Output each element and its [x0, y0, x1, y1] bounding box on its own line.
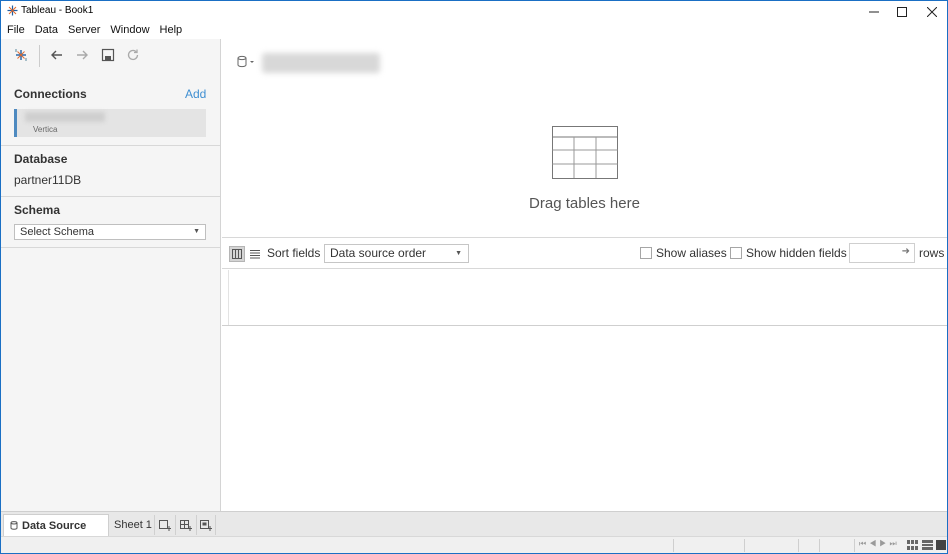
rows-label: rows	[919, 246, 945, 260]
show-hidden-fields-label[interactable]: Show hidden fields	[746, 246, 847, 260]
chevron-down-icon: ▼	[193, 228, 200, 235]
status-bar: ⏮◀▶⏭	[1, 536, 947, 553]
table-icon	[552, 126, 618, 179]
section-divider	[1, 145, 220, 146]
grid-view-button[interactable]	[229, 246, 245, 262]
sort-fields-select[interactable]: Data source order ▼	[324, 244, 469, 263]
show-aliases-label[interactable]: Show aliases	[656, 246, 727, 260]
schema-select[interactable]: Select Schema ▼	[14, 224, 206, 240]
tableau-app-icon	[7, 5, 18, 16]
data-source-name-redacted[interactable]	[262, 53, 380, 73]
close-button[interactable]	[916, 1, 948, 23]
data-source-sidebar: Connections Add Vertica Database partner…	[1, 39, 221, 511]
rows-count-input[interactable]: ➜	[849, 243, 915, 263]
database-name[interactable]: partner11DB	[14, 173, 81, 187]
new-dashboard-button[interactable]	[175, 515, 195, 535]
menu-window[interactable]: Window	[110, 24, 149, 36]
menu-data[interactable]: Data	[35, 24, 58, 36]
status-segment	[819, 539, 820, 552]
section-divider	[1, 196, 220, 197]
tab-sheet-1-label: Sheet 1	[114, 519, 152, 531]
menu-help[interactable]: Help	[160, 24, 183, 36]
show-aliases-checkbox[interactable]	[640, 247, 652, 259]
minimize-icon	[869, 11, 879, 13]
back-arrow-icon[interactable]	[49, 47, 65, 63]
show-sheet-sorter-icon[interactable]	[907, 540, 918, 550]
grid-toolbar: Sort fields Data source order ▼ Show ali…	[222, 237, 947, 269]
add-connection-link[interactable]: Add	[185, 87, 206, 101]
menu-server[interactable]: Server	[68, 24, 100, 36]
new-story-button[interactable]	[196, 515, 216, 535]
sheet-navigation-arrows-icon[interactable]: ⏮◀▶⏭	[859, 539, 900, 549]
sort-fields-label: Sort fields	[267, 246, 321, 260]
tableau-logo-icon[interactable]	[13, 47, 29, 63]
menu-bar: File Data Server Window Help	[1, 21, 947, 39]
tab-data-source-label: Data Source	[22, 519, 87, 532]
section-divider	[1, 247, 220, 248]
show-hidden-fields-checkbox[interactable]	[730, 247, 742, 259]
empty-preview-area	[222, 326, 947, 511]
window-title: Tableau - Book1	[21, 5, 94, 16]
schema-select-value: Select Schema	[20, 226, 94, 238]
save-icon[interactable]	[100, 47, 116, 63]
tab-data-source[interactable]: Data Source	[3, 514, 109, 536]
join-canvas[interactable]: Drag tables here	[222, 39, 947, 237]
connection-item[interactable]: Vertica	[14, 109, 206, 137]
show-tabs-icon[interactable]	[936, 540, 947, 550]
chevron-down-icon: ▼	[455, 250, 462, 257]
toolbar-separator	[39, 45, 40, 67]
status-segment	[744, 539, 745, 552]
refresh-icon[interactable]	[125, 47, 141, 63]
show-filmstrip-icon[interactable]	[922, 540, 933, 550]
menu-file[interactable]: File	[7, 24, 25, 36]
grid-row-header-divider	[228, 270, 229, 325]
close-icon	[927, 7, 937, 17]
sheet-tab-bar: Data Source Sheet 1	[1, 511, 947, 536]
title-bar: Tableau - Book1	[1, 1, 947, 21]
database-icon[interactable]	[236, 55, 256, 69]
new-worksheet-button[interactable]	[154, 515, 174, 535]
list-view-button[interactable]	[247, 246, 263, 262]
database-icon	[10, 521, 18, 530]
maximize-icon	[897, 7, 907, 17]
database-title: Database	[14, 152, 68, 166]
schema-title: Schema	[14, 203, 61, 217]
grid-view-icon	[232, 249, 242, 259]
forward-arrow-icon[interactable]	[74, 47, 90, 63]
connection-name-redacted	[25, 112, 105, 122]
list-view-icon	[250, 250, 260, 259]
new-worksheet-icon	[158, 520, 171, 531]
drag-tables-hint: Drag tables here	[529, 195, 640, 212]
new-story-icon	[200, 520, 212, 531]
sort-fields-value: Data source order	[330, 246, 427, 260]
new-dashboard-icon	[179, 520, 192, 531]
data-preview-grid[interactable]	[222, 270, 947, 326]
maximize-button[interactable]	[886, 1, 918, 23]
arrow-right-icon[interactable]: ➜	[902, 246, 910, 257]
connection-type: Vertica	[33, 125, 58, 134]
connections-title: Connections	[14, 87, 87, 101]
tab-sheet-1[interactable]: Sheet 1	[114, 514, 152, 536]
status-segment	[673, 539, 674, 552]
status-segment	[798, 539, 799, 552]
status-segment	[854, 539, 855, 552]
